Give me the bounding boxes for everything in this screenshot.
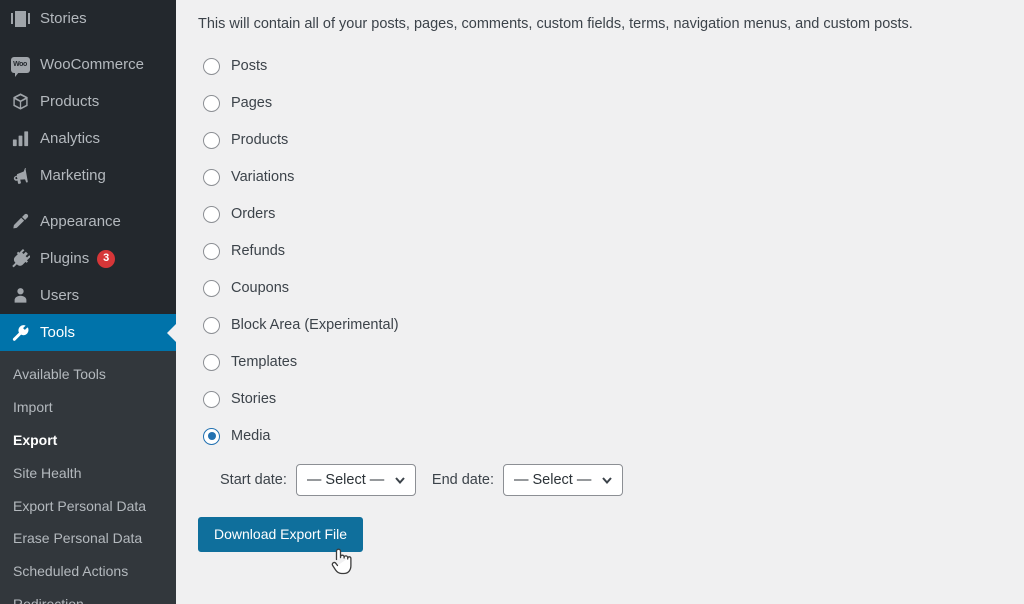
radio-option-stories[interactable]: Stories — [198, 381, 1024, 418]
end-date-select-wrapper[interactable]: — Select — — [494, 464, 623, 496]
sidebar-item-label: Appearance — [40, 214, 121, 229]
woocommerce-icon: Woo — [10, 55, 30, 75]
end-date-label: End date: — [432, 473, 494, 488]
appearance-brush-icon — [10, 212, 30, 232]
radio-option-products[interactable]: Products — [198, 122, 1024, 159]
sidebar-item-label: Stories — [40, 11, 87, 26]
submenu-item-site-health[interactable]: Site Health — [0, 457, 176, 490]
radio-option-posts[interactable]: Posts — [198, 48, 1024, 85]
radio-input[interactable] — [203, 243, 220, 260]
submenu-item-erase-personal-data[interactable]: Erase Personal Data — [0, 522, 176, 555]
sidebar-item-analytics[interactable]: Analytics — [0, 120, 176, 157]
sidebar-item-tools[interactable]: Tools — [0, 314, 176, 351]
start-date-select-wrapper[interactable]: — Select — — [287, 464, 416, 496]
sidebar-item-label: Analytics — [40, 131, 100, 146]
sidebar-item-label: Products — [40, 94, 99, 109]
radio-label: Orders — [231, 207, 275, 222]
radio-option-block-area[interactable]: Block Area (Experimental) — [198, 307, 1024, 344]
sidebar-item-label: Marketing — [40, 168, 106, 183]
sidebar-item-plugins[interactable]: Plugins 3 — [0, 240, 176, 277]
sidebar-item-products[interactable]: Products — [0, 83, 176, 120]
marketing-megaphone-icon — [10, 166, 30, 186]
sidebar-item-appearance[interactable]: Appearance — [0, 203, 176, 240]
sidebar-item-stories[interactable]: Stories — [0, 0, 176, 37]
radio-input[interactable] — [203, 317, 220, 334]
radio-label: Block Area (Experimental) — [231, 318, 399, 333]
radio-label: Media — [231, 429, 271, 444]
submenu-item-export-personal-data[interactable]: Export Personal Data — [0, 490, 176, 523]
sidebar-item-marketing[interactable]: Marketing — [0, 157, 176, 194]
radio-label: Stories — [231, 392, 276, 407]
date-filter-row: Start date: — Select — End date: — Selec… — [198, 464, 1024, 496]
radio-input[interactable] — [203, 280, 220, 297]
radio-input[interactable] — [203, 206, 220, 223]
stories-icon — [10, 9, 30, 29]
radio-input[interactable] — [203, 95, 220, 112]
submenu-item-scheduled-actions[interactable]: Scheduled Actions — [0, 555, 176, 588]
plugins-update-badge: 3 — [97, 250, 115, 268]
submenu-item-export[interactable]: Export — [0, 424, 176, 457]
radio-option-orders[interactable]: Orders — [198, 196, 1024, 233]
radio-option-coupons[interactable]: Coupons — [198, 270, 1024, 307]
download-button-wrapper: Download Export File — [198, 496, 1024, 552]
sidebar-item-users[interactable]: Users — [0, 277, 176, 314]
radio-option-variations[interactable]: Variations — [198, 159, 1024, 196]
submenu-item-redirection[interactable]: Redirection — [0, 588, 176, 604]
radio-input[interactable] — [203, 391, 220, 408]
radio-option-media[interactable]: Media — [198, 418, 1024, 455]
radio-input[interactable] — [203, 58, 220, 75]
admin-sidebar: Stories Woo WooCommerce Products Analyti… — [0, 0, 176, 604]
products-box-icon — [10, 92, 30, 112]
submenu-item-available-tools[interactable]: Available Tools — [0, 358, 176, 391]
users-person-icon — [10, 286, 30, 306]
radio-label: Posts — [231, 59, 267, 74]
radio-label: Coupons — [231, 281, 289, 296]
export-intro-text: This will contain all of your posts, pag… — [198, 14, 1024, 36]
radio-input[interactable] — [203, 354, 220, 371]
tools-wrench-icon — [10, 323, 30, 343]
plugins-plug-icon — [10, 249, 30, 269]
wordpress-admin-screen: Stories Woo WooCommerce Products Analyti… — [0, 0, 1024, 604]
radio-option-pages[interactable]: Pages — [198, 85, 1024, 122]
radio-label: Templates — [231, 355, 297, 370]
sidebar-item-label: Plugins — [40, 251, 89, 266]
sidebar-item-label: Users — [40, 288, 79, 303]
start-date-select[interactable]: — Select — — [296, 464, 416, 496]
radio-option-templates[interactable]: Templates — [198, 344, 1024, 381]
download-export-file-button[interactable]: Download Export File — [198, 517, 363, 552]
tools-submenu: Available Tools Import Export Site Healt… — [0, 351, 176, 604]
sidebar-item-woocommerce[interactable]: Woo WooCommerce — [0, 46, 176, 83]
radio-input[interactable] — [203, 428, 220, 445]
radio-input[interactable] — [203, 132, 220, 149]
radio-input[interactable] — [203, 169, 220, 186]
radio-label: Refunds — [231, 244, 285, 259]
sidebar-item-label: Tools — [40, 325, 75, 340]
submenu-item-import[interactable]: Import — [0, 391, 176, 424]
end-date-select[interactable]: — Select — — [503, 464, 623, 496]
analytics-bars-icon — [10, 129, 30, 149]
radio-option-refunds[interactable]: Refunds — [198, 233, 1024, 270]
radio-label: Products — [231, 133, 288, 148]
sidebar-item-label: WooCommerce — [40, 57, 144, 72]
radio-label: Pages — [231, 96, 272, 111]
radio-label: Variations — [231, 170, 294, 185]
export-content-area: This will contain all of your posts, pag… — [176, 0, 1024, 604]
start-date-label: Start date: — [220, 473, 287, 488]
